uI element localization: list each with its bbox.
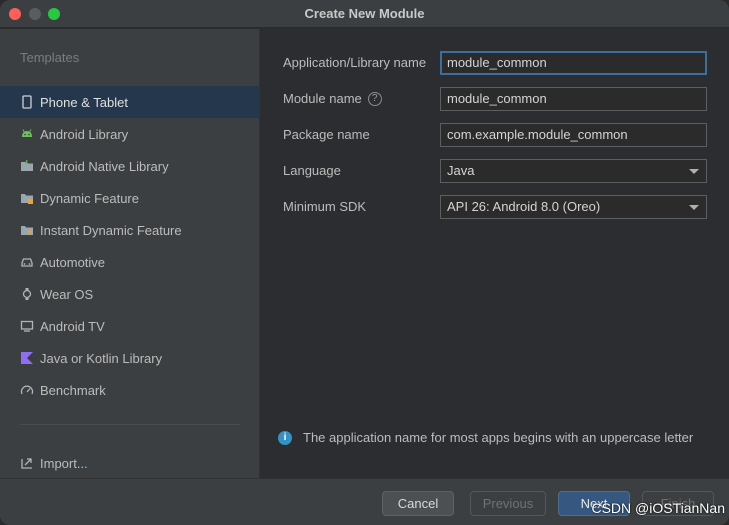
tv-icon — [20, 319, 34, 333]
app-name-field[interactable]: module_common — [440, 51, 707, 75]
template-label: Automotive — [40, 254, 106, 270]
template-label: Android TV — [40, 318, 105, 334]
create-module-dialog: Create New Module Templates Phone & Tabl… — [0, 0, 729, 525]
template-label: Benchmark — [40, 382, 106, 398]
app-name-label: Application/Library name — [283, 55, 427, 70]
template-android-tv[interactable]: Android TV — [0, 310, 260, 342]
min-sdk-value: API 26: Android 8.0 (Oreo) — [447, 199, 601, 214]
previous-button[interactable]: Previous — [470, 491, 546, 516]
import-icon — [20, 456, 34, 470]
template-java-kotlin-library[interactable]: Java or Kotlin Library — [0, 342, 260, 374]
language-select[interactable]: Java — [440, 159, 707, 183]
min-sdk-select[interactable]: API 26: Android 8.0 (Oreo) — [440, 195, 707, 219]
sidebar-divider — [20, 424, 240, 425]
module-name-field[interactable]: module_common — [440, 87, 707, 111]
watch-icon — [20, 287, 34, 301]
template-android-native-library[interactable]: Android Native Library — [0, 150, 260, 182]
hint-text: The application name for most apps begin… — [303, 430, 694, 445]
title-bar: Create New Module — [0, 0, 729, 28]
package-name-field[interactable]: com.example.module_common — [440, 123, 707, 147]
template-label: Android Native Library — [40, 158, 169, 174]
module-name-label-text: Module name — [283, 91, 362, 106]
chevron-down-icon — [689, 205, 699, 210]
template-phone-tablet[interactable]: Phone & Tablet — [0, 86, 260, 118]
info-icon: i — [278, 431, 292, 445]
template-label: Dynamic Feature — [40, 190, 139, 206]
module-name-label: Module name ? — [283, 91, 382, 106]
import-label: Import... — [40, 455, 88, 471]
template-automotive[interactable]: Automotive — [0, 246, 260, 278]
template-dynamic-feature[interactable]: Dynamic Feature — [0, 182, 260, 214]
watermark: CSDN @iOSTianNan — [591, 500, 725, 516]
chevron-down-icon — [689, 169, 699, 174]
templates-sidebar: Templates Phone & Tablet Android Library… — [0, 29, 260, 478]
folder-instant-icon — [20, 223, 34, 237]
package-name-label: Package name — [283, 127, 370, 142]
template-benchmark[interactable]: Benchmark — [0, 374, 260, 406]
help-icon[interactable]: ? — [367, 91, 382, 106]
gauge-icon — [20, 383, 34, 397]
template-label: Instant Dynamic Feature — [40, 222, 182, 238]
folder-dynamic-icon — [20, 191, 34, 205]
template-instant-dynamic-feature[interactable]: Instant Dynamic Feature — [0, 214, 260, 246]
min-sdk-label: Minimum SDK — [283, 199, 367, 214]
car-icon — [20, 255, 34, 269]
template-label: Java or Kotlin Library — [40, 350, 163, 366]
template-label: Phone & Tablet — [40, 94, 128, 110]
kotlin-icon — [20, 351, 34, 365]
template-label: Android Library — [40, 126, 129, 142]
language-value: Java — [447, 163, 475, 178]
language-label: Language — [283, 163, 341, 178]
cancel-button[interactable]: Cancel — [382, 491, 454, 516]
template-wear-os[interactable]: Wear OS — [0, 278, 260, 310]
folder-native-icon — [20, 159, 34, 173]
import-button[interactable]: Import... — [20, 453, 88, 473]
template-label: Wear OS — [40, 286, 94, 302]
window-title: Create New Module — [304, 6, 425, 21]
phone-tablet-icon — [20, 95, 34, 109]
android-icon — [20, 127, 34, 141]
template-android-library[interactable]: Android Library — [0, 118, 260, 150]
templates-heading: Templates — [20, 50, 80, 65]
